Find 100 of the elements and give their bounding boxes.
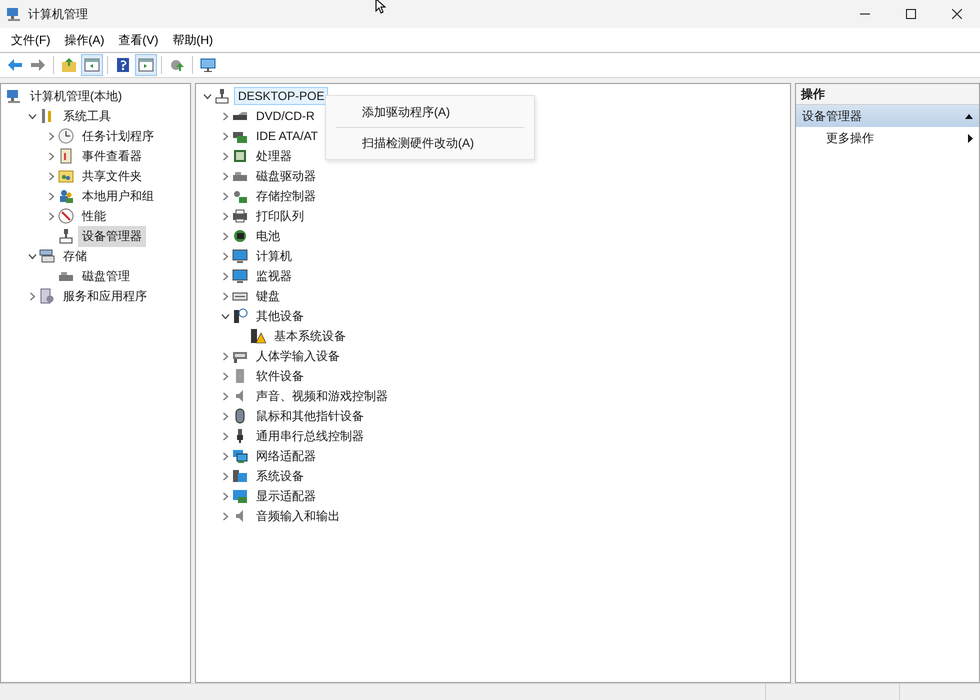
- collapse-chevron-icon[interactable]: [28, 112, 36, 120]
- expand-chevron-icon[interactable]: [220, 212, 230, 220]
- collapse-chevron-icon[interactable]: [202, 92, 212, 100]
- expand-chevron-icon[interactable]: [220, 412, 230, 420]
- export-icon: [169, 57, 185, 73]
- tree-pane-icon: [84, 57, 100, 73]
- toolbar-button[interactable]: [81, 54, 103, 76]
- back-arrow-icon: [7, 57, 23, 73]
- expand-chevron-icon[interactable]: [220, 432, 230, 440]
- tree-item[interactable]: 键盘: [252, 286, 284, 306]
- collapse-chevron-icon[interactable]: [28, 252, 36, 260]
- chip-icon: [232, 148, 248, 164]
- tree-item[interactable]: 任务计划程序: [78, 126, 158, 146]
- tree-item[interactable]: 磁盘管理: [78, 266, 134, 286]
- expand-chevron-icon[interactable]: [220, 292, 230, 300]
- tree-item[interactable]: 服务和应用程序: [59, 286, 151, 306]
- expand-chevron-icon[interactable]: [46, 212, 56, 220]
- help-icon: [115, 57, 131, 73]
- tree-item[interactable]: 显示适配器: [252, 486, 320, 506]
- tree-item[interactable]: 基本系统设备: [270, 326, 350, 346]
- expand-chevron-icon[interactable]: [46, 172, 56, 180]
- tree-item[interactable]: 音频输入和输出: [252, 506, 344, 526]
- monitor-icon: [232, 268, 248, 284]
- expand-chevron-icon[interactable]: [220, 452, 230, 460]
- expand-chevron-icon[interactable]: [220, 272, 230, 280]
- tree-item[interactable]: 本地用户和组: [78, 186, 158, 206]
- menu-item[interactable]: 操作(A): [57, 29, 112, 51]
- maximize-icon: [906, 9, 916, 19]
- expand-chevron-icon[interactable]: [220, 112, 230, 120]
- expand-chevron-icon[interactable]: [220, 472, 230, 480]
- tree-item[interactable]: 磁盘驱动器: [252, 166, 320, 186]
- expand-chevron-icon[interactable]: [220, 392, 230, 400]
- tree-item[interactable]: DESKTOP-POE: [234, 87, 328, 105]
- expand-chevron-icon[interactable]: [220, 172, 230, 180]
- tree-item[interactable]: 人体学输入设备: [252, 346, 344, 366]
- expand-chevron-icon[interactable]: [220, 372, 230, 380]
- tree-item[interactable]: 计算机管理(本地): [26, 86, 126, 106]
- window-title: 计算机管理: [28, 6, 88, 22]
- expand-chevron-icon[interactable]: [46, 132, 56, 140]
- expand-chevron-icon[interactable]: [220, 152, 230, 160]
- menu-item[interactable]: 文件(F): [4, 29, 58, 51]
- expand-chevron-icon[interactable]: [220, 352, 230, 360]
- tree-item[interactable]: 存储控制器: [252, 186, 320, 206]
- action-pane-icon: [138, 57, 154, 73]
- tree-item[interactable]: 软件设备: [252, 366, 308, 386]
- unknown-device-icon: [232, 308, 248, 324]
- expand-chevron-icon[interactable]: [46, 192, 56, 200]
- computer-icon: [6, 6, 22, 22]
- gauge-icon: [58, 208, 74, 224]
- close-icon: [952, 9, 962, 19]
- warning-device-icon: [250, 328, 266, 344]
- computer-icon: [6, 88, 22, 104]
- section-header[interactable]: 设备管理器: [796, 105, 979, 127]
- expand-chevron-icon[interactable]: [220, 132, 230, 140]
- expand-chevron-icon[interactable]: [220, 512, 230, 520]
- tree-item[interactable]: 性能: [78, 206, 110, 226]
- tree-item[interactable]: 鼠标和其他指针设备: [252, 406, 368, 426]
- storage-icon: [39, 248, 55, 264]
- tree-item[interactable]: 通用串行总线控制器: [252, 426, 368, 446]
- services-icon: [39, 288, 55, 304]
- tree-item[interactable]: 打印队列: [252, 206, 308, 226]
- menu-item[interactable]: 查看(V): [111, 29, 166, 51]
- tree-item[interactable]: 处理器: [252, 146, 296, 166]
- tree-item[interactable]: 网络适配器: [252, 446, 320, 466]
- tree-item[interactable]: 系统设备: [252, 466, 308, 486]
- expand-chevron-icon[interactable]: [220, 232, 230, 240]
- tree-item[interactable]: 共享文件夹: [78, 166, 146, 186]
- display-icon: [232, 488, 248, 504]
- tree-item[interactable]: 系统工具: [59, 106, 115, 126]
- users-icon: [58, 188, 74, 204]
- expand-chevron-icon[interactable]: [28, 292, 36, 300]
- expand-chevron-icon[interactable]: [46, 152, 56, 160]
- forward-arrow-icon: [30, 57, 46, 73]
- expand-chevron-icon[interactable]: [220, 492, 230, 500]
- system-device-icon: [232, 468, 248, 484]
- collapse-icon: [965, 114, 973, 118]
- context-menu-item[interactable]: 扫描检测硬件改动(A): [326, 131, 534, 155]
- network-icon: [232, 448, 248, 464]
- tree-item[interactable]: IDE ATA/AT: [252, 127, 322, 145]
- tree-item[interactable]: 声音、视频和游戏控制器: [252, 386, 392, 406]
- toolbar-button[interactable]: [135, 54, 157, 76]
- tree-item[interactable]: DVD/CD-R: [252, 107, 319, 125]
- clock-icon: [58, 128, 74, 144]
- tree-item[interactable]: 存储: [59, 246, 91, 266]
- context-menu-item[interactable]: 添加驱动程序(A): [326, 100, 534, 124]
- expand-chevron-icon[interactable]: [220, 252, 230, 260]
- device-icon: [58, 228, 74, 244]
- shared-folder-icon: [58, 168, 74, 184]
- expand-chevron-icon[interactable]: [220, 192, 230, 200]
- menu-item[interactable]: 帮助(H): [165, 29, 220, 51]
- tree-item[interactable]: 监视器: [252, 266, 296, 286]
- battery-icon: [232, 228, 248, 244]
- tree-item[interactable]: 计算机: [252, 246, 296, 266]
- controller-icon: [232, 188, 248, 204]
- action-item[interactable]: 更多操作: [796, 127, 979, 149]
- collapse-chevron-icon[interactable]: [220, 312, 230, 320]
- tree-item[interactable]: 事件查看器: [78, 146, 146, 166]
- tree-item[interactable]: 电池: [252, 226, 284, 246]
- tree-item[interactable]: 设备管理器: [78, 226, 146, 246]
- tree-item[interactable]: 其他设备: [252, 306, 308, 326]
